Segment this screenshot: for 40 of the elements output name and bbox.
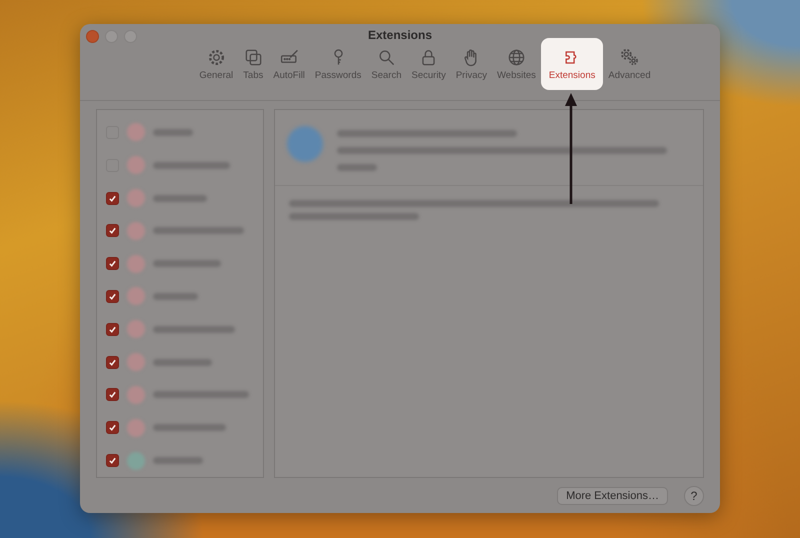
toolbar-tab[interactable]: Tabs — [238, 38, 268, 90]
help-button[interactable]: ? — [684, 486, 704, 506]
checkmark-icon — [108, 423, 117, 432]
blurred-name — [153, 358, 212, 366]
checkbox[interactable] — [106, 192, 119, 205]
gears-icon — [620, 48, 639, 66]
checkmark-icon — [108, 226, 117, 236]
checkmark-icon — [108, 324, 117, 334]
toolbar-tab[interactable]: Passwords — [310, 38, 366, 90]
blurred-name — [153, 260, 221, 268]
toolbar-tab[interactable]: Advanced — [603, 38, 656, 90]
checkmark-icon — [108, 456, 117, 466]
toolbar-tab[interactable]: Websites — [492, 38, 541, 90]
blurred-name — [153, 194, 207, 202]
checkmark-icon — [108, 358, 117, 367]
gear-icon — [206, 48, 226, 66]
checkbox[interactable] — [106, 356, 119, 369]
checkmark-icon — [108, 259, 117, 268]
blurred-name — [153, 128, 193, 136]
checkbox[interactable] — [106, 224, 119, 238]
checkbox[interactable] — [106, 421, 119, 434]
tabs-icon — [244, 48, 263, 66]
blurred-name — [153, 457, 203, 464]
checkbox[interactable] — [106, 290, 119, 303]
blurred-name — [153, 292, 198, 300]
checkbox[interactable] — [106, 388, 119, 402]
checkmark-icon — [108, 292, 117, 301]
more-extensions-button[interactable]: More Extensions… — [557, 487, 668, 505]
globe-icon — [506, 48, 526, 66]
checkbox[interactable] — [106, 322, 119, 336]
toolbar-tab[interactable]: Extensions — [540, 38, 604, 90]
checkmark-icon — [108, 390, 117, 400]
toolbar-tab[interactable]: Privacy — [450, 38, 492, 90]
search-icon — [376, 48, 396, 66]
checkbox[interactable] — [106, 257, 119, 270]
toolbar-tab[interactable]: AutoFill — [268, 38, 310, 90]
toolbar-tab[interactable]: General — [194, 38, 238, 90]
checkbox[interactable] — [106, 454, 119, 468]
checkmark-icon — [108, 194, 117, 203]
blurred-icon — [287, 126, 323, 162]
